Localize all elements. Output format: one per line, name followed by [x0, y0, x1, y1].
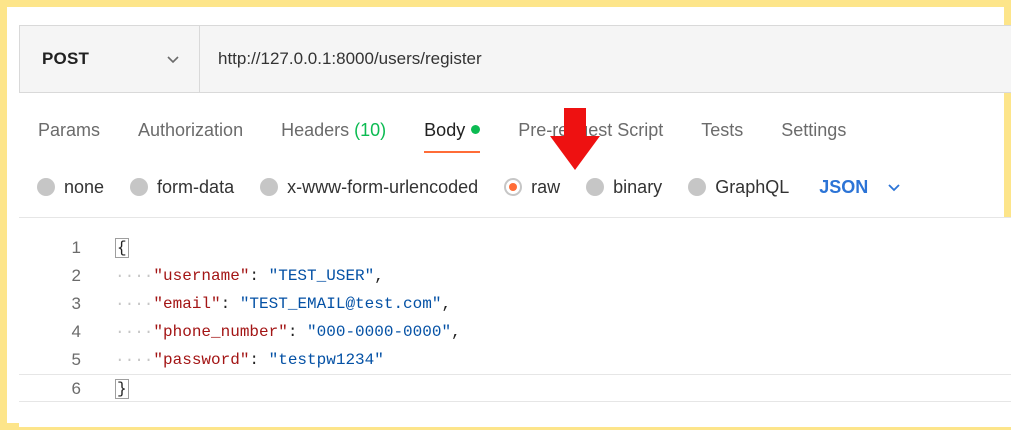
code-line: 1 {	[19, 234, 1011, 262]
format-label: JSON	[819, 176, 869, 197]
radio-icon	[130, 178, 149, 196]
json-key: "password"	[153, 351, 250, 369]
line-number: 3	[71, 294, 81, 313]
tab-settings[interactable]: Settings	[781, 117, 846, 153]
tab-headers[interactable]: Headers (10)	[281, 117, 386, 153]
url-input[interactable]: http://127.0.0.1:8000/users/register	[200, 49, 482, 69]
tab-authorization[interactable]: Authorization	[138, 117, 243, 153]
method-select[interactable]: POST	[20, 26, 200, 92]
request-bar: POST http://127.0.0.1:8000/users/registe…	[19, 25, 1011, 93]
line-number: 6	[71, 379, 81, 398]
json-key: "phone_number"	[153, 323, 288, 341]
code-line: 2 ····"username": "TEST_USER",	[19, 262, 1011, 290]
radio-selected-icon	[504, 178, 523, 196]
radio-x-www-form-urlencoded[interactable]: x-www-form-urlencoded	[260, 177, 478, 198]
request-tabs: Params Authorization Headers (10) Body P…	[38, 117, 884, 157]
status-dot-icon	[471, 125, 481, 134]
code-line: 5 ····"password": "testpw1234"	[19, 346, 1011, 374]
json-value: "TEST_EMAIL@test.com"	[239, 295, 442, 313]
code-editor[interactable]: 1 { 2 ····"username": "TEST_USER", 3 ···…	[19, 217, 1011, 427]
chevron-down-icon	[167, 56, 179, 64]
json-value: "TEST_USER"	[268, 267, 375, 285]
radio-icon	[37, 178, 55, 196]
radio-icon	[586, 178, 605, 196]
json-key: "username"	[153, 267, 250, 285]
headers-count: (10)	[354, 120, 387, 140]
radio-none[interactable]: none	[37, 177, 104, 198]
tab-body[interactable]: Body	[424, 117, 481, 153]
radio-icon	[688, 178, 707, 196]
code-line: 3 ····"email": "TEST_EMAIL@test.com",	[19, 290, 1011, 318]
line-number: 2	[71, 266, 81, 285]
red-arrow-icon	[550, 108, 600, 170]
format-select[interactable]: JSON	[819, 177, 902, 198]
json-value: "000-0000-0000"	[307, 323, 452, 341]
body-type-options: none form-data x-www-form-urlencoded raw…	[37, 172, 902, 202]
json-key: "email"	[153, 295, 221, 313]
highlight-frame: POST http://127.0.0.1:8000/users/registe…	[0, 0, 1011, 430]
open-brace: {	[115, 238, 129, 258]
line-number: 5	[71, 350, 81, 369]
chevron-down-icon	[888, 184, 900, 192]
tab-params[interactable]: Params	[38, 117, 100, 153]
radio-icon	[260, 178, 279, 196]
close-brace: }	[115, 379, 129, 399]
method-label: POST	[42, 49, 90, 68]
radio-form-data[interactable]: form-data	[130, 177, 234, 198]
radio-graphql[interactable]: GraphQL	[688, 177, 789, 198]
line-number: 1	[71, 238, 81, 257]
radio-raw[interactable]: raw	[504, 177, 560, 198]
radio-binary[interactable]: binary	[586, 177, 662, 198]
line-number: 4	[71, 322, 81, 341]
tab-tests[interactable]: Tests	[701, 117, 743, 153]
json-value: "testpw1234"	[268, 351, 384, 369]
code-line-current: 6 }	[19, 374, 1011, 402]
code-line: 4 ····"phone_number": "000-0000-0000",	[19, 318, 1011, 346]
